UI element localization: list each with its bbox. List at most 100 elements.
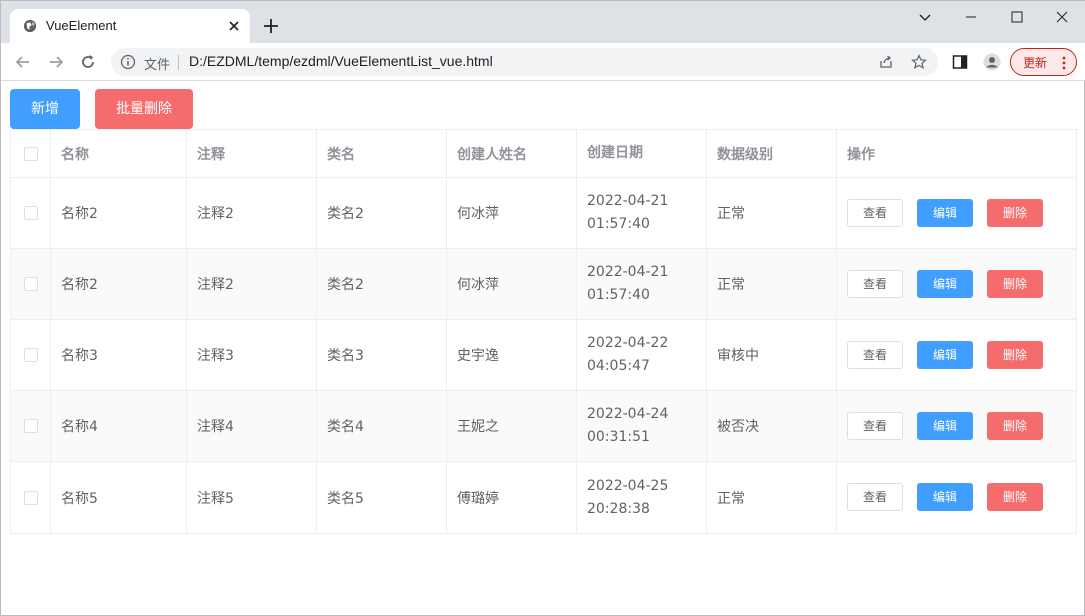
select-all-cell <box>11 130 51 177</box>
cell-level: 正常 <box>707 249 837 319</box>
header-classname: 类名 <box>317 130 447 177</box>
cell-classname: 类名4 <box>317 391 447 461</box>
profile-avatar-icon[interactable] <box>983 53 1001 71</box>
table-row: 名称2 注释2 类名2 何冰萍 2022-04-21 01:57:40 正常 查… <box>11 178 1076 249</box>
cell-level: 审核中 <box>707 320 837 390</box>
delete-button[interactable]: 删除 <box>987 341 1043 369</box>
cell-name: 名称2 <box>51 178 187 248</box>
cell-classname: 类名2 <box>317 178 447 248</box>
cell-name: 名称3 <box>51 320 187 390</box>
cell-level: 正常 <box>707 462 837 533</box>
cell-creator: 何冰萍 <box>447 249 577 319</box>
edit-button[interactable]: 编辑 <box>917 199 973 227</box>
cell-comment: 注释5 <box>187 462 317 533</box>
edit-button[interactable]: 编辑 <box>917 483 973 511</box>
view-button[interactable]: 查看 <box>847 412 903 440</box>
tab-strip: VueElement <box>1 1 1085 44</box>
address-scheme-label: 文件 <box>144 58 171 73</box>
cell-actions: 查看 编辑 删除 <box>837 320 1077 390</box>
delete-button[interactable]: 删除 <box>987 199 1043 227</box>
update-label: 更新 <box>1023 56 1048 70</box>
minimize-icon[interactable] <box>963 9 979 25</box>
header-actions: 操作 <box>847 146 875 163</box>
edit-button[interactable]: 编辑 <box>917 412 973 440</box>
delete-button[interactable]: 删除 <box>987 483 1043 511</box>
cell-actions: 查看 编辑 删除 <box>837 391 1077 461</box>
row-checkbox[interactable] <box>23 206 38 220</box>
row-checkbox[interactable] <box>23 348 38 362</box>
more-menu-icon <box>1062 56 1066 70</box>
bookmark-star-icon[interactable] <box>911 54 927 70</box>
row-select-cell <box>11 249 51 319</box>
cell-date: 2022-04-21 01:57:40 <box>577 249 707 319</box>
header-level: 数据级别 <box>707 130 837 177</box>
tab-search-chevron-icon[interactable] <box>917 9 933 25</box>
forward-arrow-icon[interactable] <box>46 52 66 72</box>
tab-vueelement[interactable]: VueElement <box>10 9 250 44</box>
row-checkbox[interactable] <box>23 277 38 291</box>
row-checkbox[interactable] <box>23 490 38 505</box>
batch-delete-button[interactable]: 批量删除 <box>95 89 193 129</box>
header-date: 创建日期 <box>577 130 707 177</box>
address-url[interactable]: D:/EZDML/temp/ezdml/VueElementList_vue.h… <box>189 53 493 69</box>
new-tab-icon[interactable] <box>263 18 279 34</box>
row-checkbox[interactable] <box>23 419 38 433</box>
row-select-cell <box>11 178 51 248</box>
close-window-icon[interactable] <box>1054 9 1070 25</box>
cell-level: 正常 <box>707 178 837 248</box>
cell-level: 被否决 <box>707 391 837 461</box>
cell-date: 2022-04-24 00:31:51 <box>577 391 707 461</box>
update-button[interactable]: 更新 <box>1010 48 1077 76</box>
cell-comment: 注释2 <box>187 249 317 319</box>
cell-comment: 注释3 <box>187 320 317 390</box>
close-tab-icon[interactable] <box>226 18 242 34</box>
address-separator <box>178 55 179 70</box>
cell-name: 名称2 <box>51 249 187 319</box>
row-select-cell <box>11 391 51 461</box>
info-icon[interactable] <box>120 54 136 70</box>
cell-comment: 注释4 <box>187 391 317 461</box>
row-select-cell <box>11 462 51 533</box>
cell-classname: 类名3 <box>317 320 447 390</box>
table-row: 名称2 注释2 类名2 何冰萍 2022-04-21 01:57:40 正常 查… <box>11 249 1076 320</box>
delete-button[interactable]: 删除 <box>987 270 1043 298</box>
cell-creator: 何冰萍 <box>447 178 577 248</box>
table-row: 名称4 注释4 类名4 王妮之 2022-04-24 00:31:51 被否决 … <box>11 391 1076 462</box>
browser-toolbar: 文件 D:/EZDML/temp/ezdml/VueElementList_vu… <box>1 43 1085 81</box>
table-row: 名称3 注释3 类名3 史宇逸 2022-04-22 04:05:47 审核中 … <box>11 320 1076 391</box>
header-creator: 创建人姓名 <box>447 130 577 177</box>
share-icon[interactable] <box>878 54 894 70</box>
cell-actions: 查看 编辑 删除 <box>837 178 1077 248</box>
view-button[interactable]: 查看 <box>847 341 903 369</box>
data-table: 名称 注释 类名 创建人姓名 创建日期 数据级别 操作 名称2 注释2 类名2 … <box>10 129 1077 534</box>
cell-date: 2022-04-22 04:05:47 <box>577 320 707 390</box>
globe-icon <box>23 19 37 33</box>
header-comment: 注释 <box>187 130 317 177</box>
cell-classname: 类名2 <box>317 249 447 319</box>
add-button[interactable]: 新增 <box>10 89 80 129</box>
browser-window: VueElement 文件 D:/EZDML/temp/ezdml/VueEle… <box>0 0 1085 616</box>
cell-creator: 史宇逸 <box>447 320 577 390</box>
back-arrow-icon[interactable] <box>13 52 33 72</box>
header-name: 名称 <box>51 130 187 177</box>
cell-creator: 傅璐婷 <box>447 462 577 533</box>
view-button[interactable]: 查看 <box>847 483 903 511</box>
cell-date: 2022-04-21 01:57:40 <box>577 178 707 248</box>
side-panel-icon[interactable] <box>951 53 969 71</box>
cell-comment: 注释2 <box>187 178 317 248</box>
maximize-icon[interactable] <box>1009 9 1025 25</box>
address-bar[interactable]: 文件 D:/EZDML/temp/ezdml/VueElementList_vu… <box>111 48 938 76</box>
view-button[interactable]: 查看 <box>847 270 903 298</box>
row-select-cell <box>11 320 51 390</box>
table-header-row: 名称 注释 类名 创建人姓名 创建日期 数据级别 操作 <box>11 130 1076 178</box>
edit-button[interactable]: 编辑 <box>917 270 973 298</box>
delete-button[interactable]: 删除 <box>987 412 1043 440</box>
view-button[interactable]: 查看 <box>847 199 903 227</box>
edit-button[interactable]: 编辑 <box>917 341 973 369</box>
cell-classname: 类名5 <box>317 462 447 533</box>
cell-actions: 查看 编辑 删除 <box>837 249 1077 319</box>
cell-creator: 王妮之 <box>447 391 577 461</box>
tab-title: VueElement <box>46 18 117 33</box>
reload-icon[interactable] <box>78 52 98 72</box>
select-all-checkbox[interactable] <box>23 146 38 161</box>
